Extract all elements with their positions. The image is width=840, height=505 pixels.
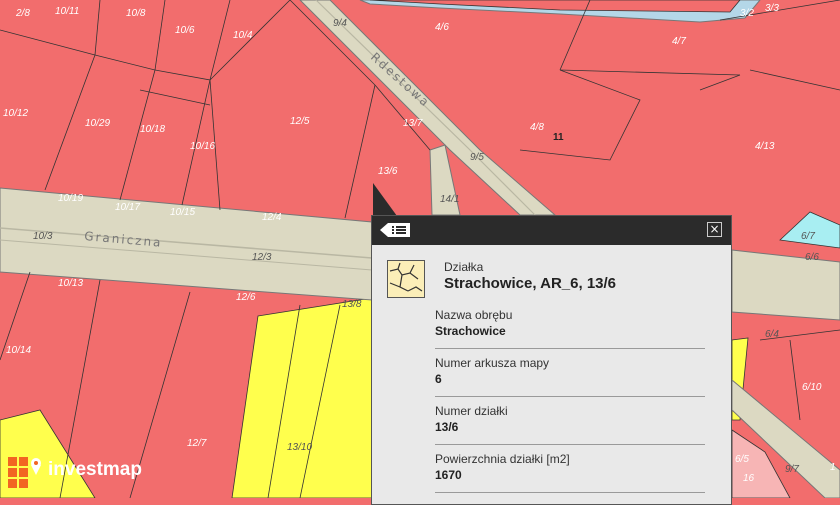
- field-label: Numer działki: [435, 404, 508, 418]
- parcel-label: 2/8: [15, 8, 30, 19]
- parcel-label: 13/6: [378, 166, 398, 177]
- parcel-label: 6/6: [805, 252, 819, 263]
- field-value: Strachowice: [435, 324, 506, 338]
- parcel-label: 4/6: [435, 22, 449, 33]
- parcel-label: 12/6: [236, 292, 256, 303]
- close-button[interactable]: ×: [707, 222, 722, 237]
- parcel-label: 10/15: [170, 207, 195, 218]
- field-parcel-area: Powierzchnia działki [m2] 1670: [435, 452, 705, 493]
- field-label: Numer arkusza mapy: [435, 356, 550, 370]
- parcel-label: 3/2: [740, 8, 754, 19]
- field-value: 13/6: [435, 420, 459, 434]
- parcel-label: 6/5: [735, 454, 749, 465]
- parcel-label: 14/1: [440, 194, 459, 205]
- parcel-label: 10/12: [3, 108, 28, 119]
- parcel-label: 16: [743, 473, 755, 484]
- parcel-label: 9/5: [470, 152, 484, 163]
- parcel-label: 10/17: [115, 202, 140, 213]
- parcel-label: 4/13: [755, 141, 775, 152]
- field-precinct-name: Nazwa obrębu Strachowice: [435, 308, 705, 349]
- close-icon: ×: [709, 222, 720, 236]
- parcel-label: 9/4: [333, 18, 347, 29]
- parcel-label: 4/8: [530, 122, 544, 133]
- parcel-label: 13/8: [342, 299, 362, 310]
- field-map-sheet: Numer arkusza mapy 6: [435, 356, 705, 397]
- parcel-label: 10/4: [233, 30, 253, 41]
- parcel-label: 10/11: [55, 6, 79, 17]
- parcel-label: 10/18: [140, 124, 165, 135]
- parcel-label: 10/8: [126, 8, 146, 19]
- parcel-label: 10/3: [33, 231, 53, 242]
- parcel-label: 4/7: [672, 36, 686, 47]
- parcel-info-popup: × Działka Strachowice, AR_6, 13/6 Nazwa …: [371, 215, 732, 505]
- parcel-label: 10/29: [85, 118, 110, 129]
- parcel-label: 13/7: [403, 118, 423, 129]
- parcel-label: 3/3: [765, 3, 779, 14]
- parcel-label: 12/4: [262, 212, 282, 223]
- parcel-label: 12/3: [252, 252, 272, 263]
- logo-text: investmap: [48, 459, 142, 480]
- parcel-label: 6/7: [801, 231, 815, 242]
- parcel-label: 6/10: [802, 382, 822, 393]
- parcel-label: 12/7: [187, 438, 207, 449]
- parcel-label: 9/7: [785, 464, 799, 475]
- parcel-map-icon: [387, 260, 425, 298]
- parcel-label: 10/14: [6, 345, 31, 356]
- field-label: Nazwa obrębu: [435, 308, 513, 322]
- field-label: Powierzchnia działki [m2]: [435, 452, 570, 466]
- parcel-label: 10/6: [175, 25, 195, 36]
- field-value: 6: [435, 372, 442, 386]
- investmap-logo[interactable]: investmap: [8, 457, 142, 489]
- road-graniczna-right[interactable]: [731, 249, 840, 321]
- address-number: 11: [553, 132, 564, 143]
- popup-header: ×: [372, 216, 731, 245]
- popup-kicker: Działka: [444, 260, 484, 274]
- parcel-label: 13/10: [287, 442, 312, 453]
- parcel-label: 12/5: [290, 116, 310, 127]
- investmap-logo-icon: [8, 457, 41, 488]
- parcel-label: 10/16: [190, 141, 215, 152]
- field-value: 1670: [435, 468, 462, 482]
- parcel-label: 10/19: [58, 193, 83, 204]
- menu-list-icon[interactable]: [380, 222, 410, 238]
- field-parcel-number: Numer działki 13/6: [435, 404, 705, 445]
- parcel-label: 1: [830, 462, 836, 473]
- popup-pointer: [373, 183, 397, 216]
- parcel-label: 10/13: [58, 278, 83, 289]
- popup-title: Strachowice, AR_6, 13/6: [444, 275, 617, 292]
- parcel-label: 6/4: [765, 329, 779, 340]
